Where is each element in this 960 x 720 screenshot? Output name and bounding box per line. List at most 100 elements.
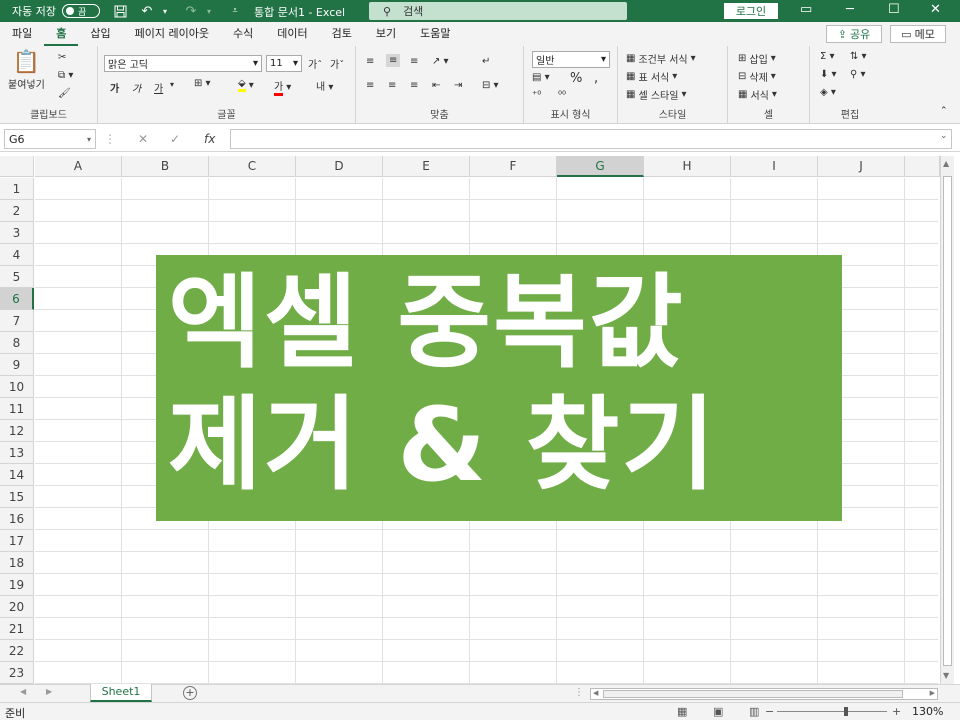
save-icon[interactable]	[114, 4, 128, 18]
bold-button[interactable]: 가	[110, 80, 119, 95]
maximize-icon[interactable]: ☐	[888, 2, 900, 17]
horizontal-scrollbar[interactable]: ◀ ▶	[590, 688, 938, 700]
row-header-21[interactable]: 21	[0, 618, 34, 640]
align-bottom-icon[interactable]: ≡	[410, 56, 418, 67]
vertical-scroll-thumb[interactable]	[943, 176, 952, 666]
row-header-8[interactable]: 8	[0, 332, 34, 354]
confirm-icon[interactable]: ✓	[170, 132, 180, 146]
fill-icon[interactable]: ⬇ ▾	[820, 69, 837, 80]
phonetic-icon[interactable]: 내 ▾	[316, 78, 333, 93]
scroll-right-icon[interactable]: ▶	[930, 689, 935, 697]
merge-center-icon[interactable]: ⊟ ▾	[482, 80, 499, 91]
italic-button[interactable]: 가	[132, 80, 141, 95]
insert-function-icon[interactable]: fx	[204, 132, 215, 146]
row-header-17[interactable]: 17	[0, 530, 34, 552]
undo-icon[interactable]: ↶	[140, 4, 154, 19]
minimize-icon[interactable]: ─	[846, 2, 854, 17]
zoom-slider-knob[interactable]	[844, 707, 848, 716]
row-header-9[interactable]: 9	[0, 354, 34, 376]
font-color-icon[interactable]: 가 ▾	[274, 78, 291, 96]
borders-icon[interactable]: ⊞ ▾	[194, 78, 211, 89]
zoom-slider[interactable]	[777, 711, 887, 712]
autosave[interactable]: 자동 저장 끔	[12, 3, 100, 19]
redo-dropdown-icon[interactable]: ▾	[202, 4, 216, 18]
tab-split-icon[interactable]: ⋮	[574, 687, 584, 698]
column-header-a[interactable]: A	[35, 156, 122, 177]
insert-cells-button[interactable]: ⊞ 삽입 ▾	[738, 51, 776, 66]
align-top-icon[interactable]: ≡	[366, 56, 374, 67]
row-header-22[interactable]: 22	[0, 640, 34, 662]
vertical-scrollbar[interactable]: ▲ ▼	[940, 156, 954, 684]
row-header-14[interactable]: 14	[0, 464, 34, 486]
fill-color-icon[interactable]: ⬙ ▾	[238, 78, 254, 92]
delete-cells-button[interactable]: ⊟ 삭제 ▾	[738, 69, 776, 84]
column-header-i[interactable]: I	[731, 156, 818, 177]
increase-indent-icon[interactable]: ⇥	[454, 80, 462, 91]
cancel-icon[interactable]: ✕	[138, 132, 148, 146]
add-sheet-icon[interactable]: +	[183, 686, 197, 700]
scroll-down-icon[interactable]: ▼	[943, 671, 949, 680]
row-header-5[interactable]: 5	[0, 266, 34, 288]
row-header-18[interactable]: 18	[0, 552, 34, 574]
underline-dropdown-icon[interactable]: ▾	[170, 80, 174, 89]
row-header-2[interactable]: 2	[0, 200, 34, 222]
close-icon[interactable]: ✕	[930, 2, 941, 17]
zoom-in-icon[interactable]: +	[892, 705, 901, 718]
row-header-6[interactable]: 6	[0, 288, 34, 310]
decrease-decimal-icon[interactable]: ⁰⁰	[558, 90, 566, 101]
underline-button[interactable]: 가	[154, 80, 163, 95]
align-left-icon[interactable]: ≡	[366, 80, 374, 91]
horizontal-scroll-thumb[interactable]	[603, 690, 903, 698]
row-header-19[interactable]: 19	[0, 574, 34, 596]
prev-sheet-icon[interactable]: ◀	[20, 687, 26, 696]
conditional-format-button[interactable]: ▦ 조건부 서식 ▾	[626, 51, 696, 66]
row-header-1[interactable]: 1	[0, 178, 34, 200]
row-header-11[interactable]: 11	[0, 398, 34, 420]
sort-filter-icon[interactable]: ⇅ ▾	[850, 51, 867, 62]
column-header-g[interactable]: G	[557, 156, 644, 177]
tab-help[interactable]: 도움말	[408, 22, 462, 46]
tab-review[interactable]: 검토	[320, 22, 364, 46]
customize-toolbar-icon[interactable]: ⩡	[228, 4, 242, 18]
next-sheet-icon[interactable]: ▶	[46, 687, 52, 696]
clear-icon[interactable]: ◈ ▾	[820, 87, 836, 98]
decrease-indent-icon[interactable]: ⇤	[432, 80, 440, 91]
autosave-toggle[interactable]: 끔	[61, 4, 100, 18]
collapse-ribbon-icon[interactable]: ⌃	[940, 106, 948, 116]
align-center-icon[interactable]: ≡	[388, 80, 396, 91]
row-header-23[interactable]: 23	[0, 662, 34, 684]
tab-file[interactable]: 파일	[0, 22, 44, 46]
row-header-10[interactable]: 10	[0, 376, 34, 398]
row-header-15[interactable]: 15	[0, 486, 34, 508]
increase-decimal-icon[interactable]: ⁺⁰	[532, 90, 541, 101]
memo-button[interactable]: ▭ 메모	[890, 25, 946, 43]
tab-formulas[interactable]: 수식	[221, 22, 265, 46]
cell-styles-button[interactable]: ▦ 셀 스타일 ▾	[626, 87, 686, 102]
format-as-table-button[interactable]: ▦ 표 서식 ▾	[626, 69, 677, 84]
autosum-icon[interactable]: Σ ▾	[820, 51, 835, 62]
row-header-4[interactable]: 4	[0, 244, 34, 266]
formula-input[interactable]	[230, 129, 952, 149]
column-header-b[interactable]: B	[122, 156, 209, 177]
tab-data[interactable]: 데이터	[265, 22, 319, 46]
expand-formula-icon[interactable]: ⌄	[940, 131, 948, 141]
share-button[interactable]: ⇪ 공유	[826, 25, 882, 43]
column-header-h[interactable]: H	[644, 156, 731, 177]
decrease-font-icon[interactable]: 가ˇ	[330, 56, 344, 71]
column-header-j[interactable]: J	[818, 156, 905, 177]
font-size-select[interactable]: 11 ▾	[266, 55, 302, 72]
increase-font-icon[interactable]: 가ˆ	[308, 56, 322, 71]
orientation-icon[interactable]: ↗ ▾	[432, 56, 449, 67]
select-all-corner[interactable]	[0, 156, 34, 177]
row-header-7[interactable]: 7	[0, 310, 34, 332]
format-cells-button[interactable]: ▦ 서식 ▾	[738, 87, 777, 102]
row-header-13[interactable]: 13	[0, 442, 34, 464]
paste-button[interactable]: 📋 붙여넣기	[8, 50, 45, 91]
zoom-out-icon[interactable]: −	[765, 705, 774, 718]
wrap-text-icon[interactable]: ↵	[482, 56, 490, 67]
comma-icon[interactable]: ,	[594, 71, 598, 86]
search-box[interactable]: ⚲ 검색	[369, 2, 627, 20]
tab-insert[interactable]: 삽입	[78, 22, 122, 46]
column-header-d[interactable]: D	[296, 156, 383, 177]
tab-view[interactable]: 보기	[364, 22, 408, 46]
